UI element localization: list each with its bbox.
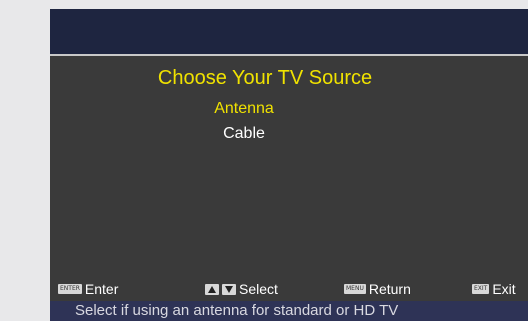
select-label: Select [239, 281, 278, 297]
return-label: Return [368, 281, 411, 297]
option-cable[interactable]: Cable [50, 125, 483, 143]
exit-hint[interactable]: EXIT Exit [472, 279, 516, 299]
enter-key-icon: ENTER [58, 284, 82, 294]
enter-label: Enter [84, 281, 119, 297]
header-bar [50, 9, 528, 54]
option-antenna[interactable]: Antenna [50, 100, 483, 118]
menu-title: Choose Your TV Source [157, 67, 373, 89]
return-hint[interactable]: MENU Return [344, 279, 411, 299]
menu-key-icon: MENU [344, 284, 366, 294]
exit-label: Exit [492, 281, 516, 297]
arrow-up-icon [205, 283, 219, 295]
tv-screen: Choose Your TV Source Antenna Cable ENTE… [50, 9, 528, 321]
status-bar: Select if using an antenna for standard … [50, 301, 528, 321]
status-text: Select if using an antenna for standard … [75, 302, 399, 319]
arrow-down-icon [222, 283, 236, 295]
enter-hint[interactable]: ENTER Enter [58, 279, 118, 299]
footer-hints: ENTER Enter Select MENU Return EXIT Exit [50, 279, 528, 299]
select-hint[interactable]: Select [205, 279, 278, 299]
header-divider [50, 54, 528, 56]
exit-key-icon: EXIT [472, 284, 490, 294]
